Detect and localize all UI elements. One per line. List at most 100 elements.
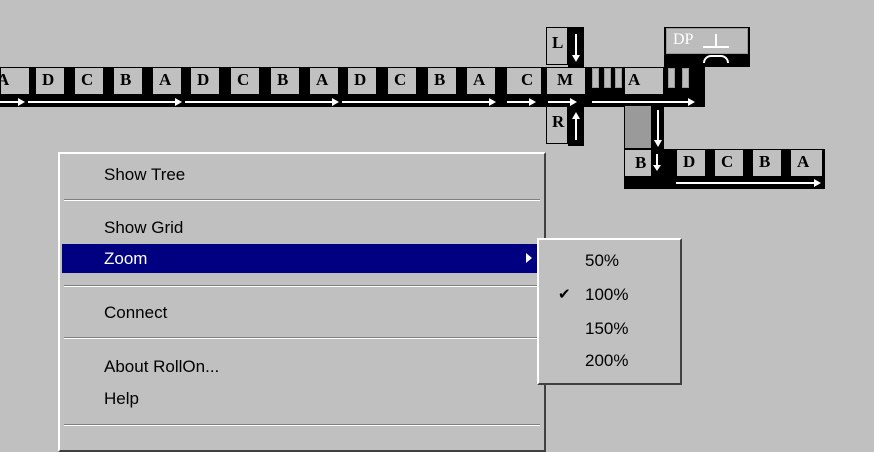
tile-label: D [42,70,55,89]
conveyor-tile-d[interactable]: D [347,67,377,95]
conveyor-tile-a-partial[interactable]: A [0,67,30,95]
flow-arrow-head [688,98,695,106]
menu-item-help[interactable]: Help [62,384,542,413]
context-menu: Show Tree Show Grid Zoom Connect About R… [58,152,546,452]
tile-label: D [354,70,367,89]
down-arrow-head [653,165,661,171]
tile-label: A [473,70,486,89]
tile-label: D [197,70,210,89]
conveyor-tile-m[interactable]: M [546,67,586,95]
tile-label: C [394,70,407,89]
tile-label: C [81,70,94,89]
roller-slot [604,68,611,88]
flow-arrow-head [489,98,496,106]
conveyor-drop-tile[interactable] [624,105,652,149]
flow-arrow [0,101,18,103]
flow-arrow-head [175,98,182,106]
flow-arrow [342,101,489,103]
dp-bar-icon [703,46,729,48]
menu-separator [64,285,540,287]
menu-separator [64,424,540,426]
tile-label: A [628,70,641,89]
zoom-submenu: 50% ✔ 100% 150% 200% [537,238,682,385]
conveyor-tile-a[interactable]: A [152,67,182,95]
tile-label: C [237,70,250,89]
flow-arrow-head [332,98,339,106]
flow-arrow [185,101,332,103]
roller-slot [668,68,675,88]
dp-dome-icon [703,55,729,63]
flow-arrow [676,182,814,184]
flow-arrow-head [570,98,577,106]
zoom-option-50[interactable]: 50% [541,246,678,275]
flow-arrow [548,101,570,103]
conveyor-tile-d[interactable]: D [35,67,65,95]
flow-arrow [592,101,688,103]
flow-arrow [507,101,529,103]
menu-item-show-tree[interactable]: Show Tree [62,160,542,189]
down-arrow-head [654,140,662,147]
up-arrow [575,118,577,140]
menu-item-label: Zoom [104,249,148,268]
tile-label: A [0,70,10,89]
conveyor-tile-a[interactable]: A [309,67,339,95]
roller-slot [592,68,599,88]
conveyor-tile-b[interactable]: B [113,67,143,95]
conveyor-tile-b[interactable]: B [427,67,457,95]
tile-label: B [759,152,771,171]
flow-arrow-head [18,98,25,106]
flow-arrow-head [529,98,536,106]
conveyor-tile-a[interactable]: A [466,67,496,95]
conveyor-tile-c[interactable]: C [230,67,260,95]
tile-label: M [557,70,574,89]
tile-label: B [434,70,446,89]
tile-label: B [120,70,132,89]
menu-item-show-grid[interactable]: Show Grid [62,213,542,242]
rollon-canvas[interactable]: A D C B A D C B A D C B A C M A L R DP B… [0,0,874,452]
tile-label: B [277,70,289,89]
roller-slot [615,68,622,88]
tile-label: A [797,152,810,171]
conveyor-tile-b-branch[interactable]: B [624,149,652,177]
conveyor-tile-c[interactable]: C [714,149,744,177]
down-arrow-head [572,55,580,62]
tile-label: C [521,70,534,89]
roller-slot [682,68,689,88]
dp-label-tile: DP [666,28,748,54]
tile-label: R [552,112,565,131]
tile-label: C [721,152,734,171]
conveyor-tile-b[interactable]: B [752,149,782,177]
tile-label: A [316,70,329,89]
conveyor-tile-c[interactable]: C [74,67,104,95]
menu-item-zoom[interactable]: Zoom [62,244,542,273]
conveyor-tile-d[interactable]: D [190,67,220,95]
zoom-option-200[interactable]: 200% [541,346,678,375]
tile-label: B [635,153,647,172]
menu-item-about[interactable]: About RollOn... [62,352,542,381]
flow-arrow [28,101,175,103]
checkmark-icon: ✔ [558,286,571,303]
conveyor-tile-a[interactable]: A [790,149,823,177]
conveyor-tile-b[interactable]: B [270,67,300,95]
conveyor-tile-c[interactable]: C [506,67,542,95]
conveyor-tile-left[interactable]: L [546,27,568,65]
conveyor-tile-c[interactable]: C [387,67,417,95]
up-arrow-head [572,112,580,119]
tile-label: A [159,70,172,89]
zoom-option-100[interactable]: ✔ 100% [541,280,678,309]
menu-separator [64,199,540,201]
tile-label: L [552,33,564,52]
zoom-option-label: 100% [585,285,629,304]
conveyor-tile-right[interactable]: R [546,106,568,144]
tile-label: DP [673,31,694,48]
zoom-option-150[interactable]: 150% [541,314,678,343]
menu-item-connect[interactable]: Connect [62,298,542,327]
conveyor-tile-d[interactable]: D [676,149,706,177]
down-arrow [657,110,659,142]
tile-label: D [683,152,696,171]
flow-arrow-head [814,179,821,187]
menu-separator [64,337,540,339]
down-arrow [575,34,577,56]
submenu-arrow-icon [526,253,532,263]
conveyor-tile-a[interactable]: A [624,67,664,95]
